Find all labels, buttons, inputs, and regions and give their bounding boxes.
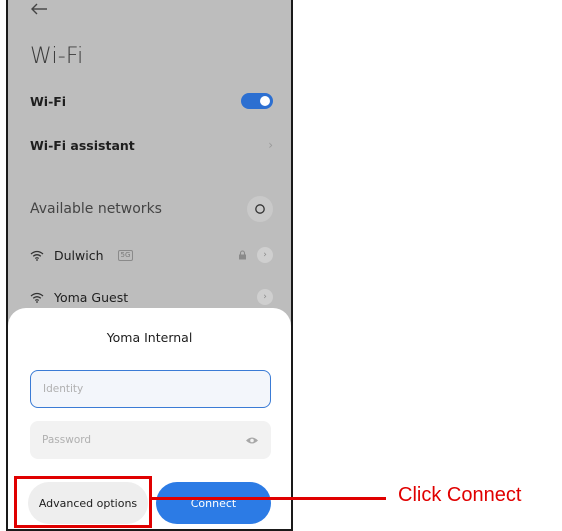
- network-name: Dulwich: [54, 247, 104, 263]
- wifi-toggle-row[interactable]: Wi-Fi: [30, 89, 273, 113]
- wifi-signal-icon: [30, 250, 44, 261]
- network-name: Yoma Guest: [54, 289, 129, 305]
- band-badge: 5G: [117, 249, 134, 261]
- available-networks-label: Available networks: [30, 201, 162, 217]
- network-item-right: ›: [257, 289, 273, 305]
- chevron-right-icon: ›: [268, 138, 273, 152]
- annotation-highlight-box: [14, 476, 152, 528]
- refresh-icon[interactable]: [247, 196, 273, 222]
- annotation-callout-text: Click Connect: [398, 484, 522, 506]
- network-item-left: Dulwich 5G: [30, 247, 134, 263]
- network-item-left: Yoma Guest: [30, 290, 128, 305]
- wifi-toggle-label: Wi-Fi: [30, 93, 67, 109]
- network-details-chevron-icon[interactable]: ›: [257, 247, 273, 263]
- phone-screen: Wi-Fi Wi-Fi Wi-Fi assistant › Available …: [6, 0, 293, 531]
- password-input[interactable]: Password: [30, 421, 271, 459]
- connect-button[interactable]: Connect: [156, 482, 271, 524]
- available-networks-header: Available networks: [30, 195, 273, 223]
- password-placeholder: Password: [42, 434, 92, 446]
- network-item[interactable]: Dulwich 5G ›: [30, 243, 273, 267]
- lock-icon: [239, 250, 246, 260]
- network-item[interactable]: Yoma Guest ›: [30, 285, 273, 309]
- network-item-right: ›: [238, 247, 273, 263]
- page-title: Wi-Fi: [30, 44, 84, 69]
- identity-placeholder: Identity: [43, 383, 84, 395]
- wifi-signal-icon: [30, 292, 44, 303]
- dialog-title: Yoma Internal: [106, 330, 193, 345]
- wifi-assistant-row[interactable]: Wi-Fi assistant ›: [30, 133, 273, 157]
- back-arrow-icon[interactable]: [30, 2, 48, 16]
- network-details-chevron-icon[interactable]: ›: [257, 289, 273, 305]
- wifi-assistant-label: Wi-Fi assistant: [30, 137, 135, 153]
- eye-icon[interactable]: [245, 436, 259, 445]
- annotation-callout-line: [152, 497, 386, 500]
- wifi-toggle-switch[interactable]: [241, 93, 273, 109]
- toggle-knob: [260, 96, 270, 106]
- page: Wi-Fi Wi-Fi Wi-Fi assistant › Available …: [0, 0, 562, 531]
- identity-input[interactable]: Identity: [30, 370, 271, 408]
